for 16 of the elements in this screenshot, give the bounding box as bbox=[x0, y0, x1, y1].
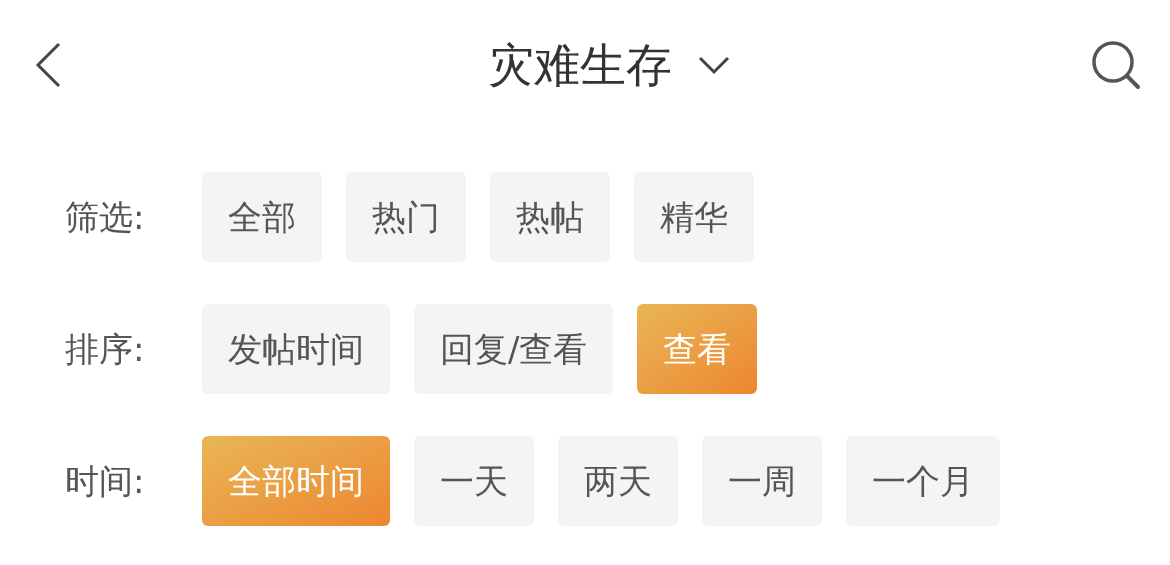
filter-chip[interactable]: 一天 bbox=[414, 436, 534, 526]
filter-label: 排序: bbox=[65, 327, 146, 371]
filter-chip[interactable]: 一个月 bbox=[846, 436, 1000, 526]
search-button[interactable] bbox=[1090, 39, 1142, 91]
filter-chip[interactable]: 发帖时间 bbox=[202, 304, 390, 394]
filter-chip[interactable]: 热帖 bbox=[490, 172, 610, 262]
chevron-down-icon bbox=[698, 55, 730, 75]
filter-chip[interactable]: 全部 bbox=[202, 172, 322, 262]
filter-chip[interactable]: 热门 bbox=[346, 172, 466, 262]
filter-chip[interactable]: 两天 bbox=[558, 436, 678, 526]
filter-label: 筛选: bbox=[65, 195, 146, 239]
filter-chip[interactable]: 精华 bbox=[634, 172, 754, 262]
filter-label: 时间: bbox=[65, 459, 146, 503]
filter-chip[interactable]: 回复/查看 bbox=[414, 304, 614, 394]
filter-chip[interactable]: 一周 bbox=[702, 436, 822, 526]
title-dropdown[interactable]: 灾难生存 bbox=[488, 30, 730, 100]
